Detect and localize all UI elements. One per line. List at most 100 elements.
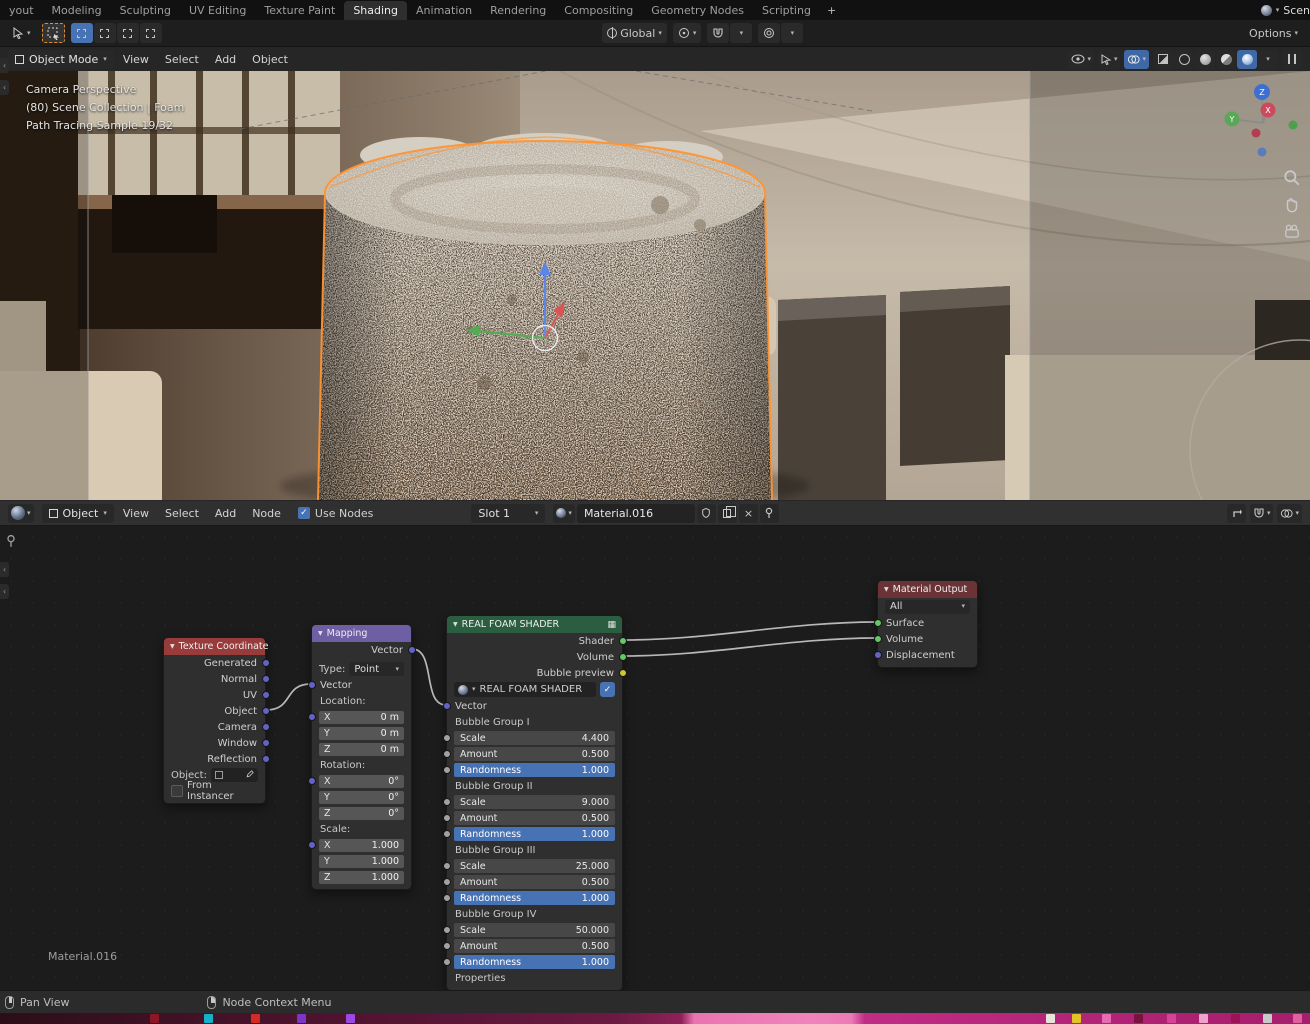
bg3-scale-slider[interactable]: Scale 25.000 [454,859,615,873]
gizmos-dropdown[interactable]: ▾ [1097,49,1121,69]
sidebar-collapse-tab[interactable]: ‹ [0,80,9,95]
select-mode-new-button[interactable] [70,23,93,43]
taskbar-icon[interactable] [251,1014,260,1023]
collapse-icon[interactable]: ▼ [318,630,323,637]
material-slot-dropdown[interactable]: Slot 1 ▾ [471,503,546,523]
toolbar-collapse-tab[interactable]: ‹ [0,58,9,73]
socket-vector-output[interactable] [261,723,270,731]
eyedropper-icon[interactable] [244,770,254,780]
socket-value-input[interactable] [442,750,451,758]
socket-value-input[interactable] [442,926,451,934]
taskbar-icon[interactable] [1102,1014,1111,1023]
proportional-falloff-dropdown[interactable]: ▾ [781,23,804,43]
socket-volume-output[interactable] [618,653,627,661]
pin-button[interactable] [759,503,779,523]
taskbar-icon[interactable] [1134,1014,1143,1023]
proportional-editing-toggle[interactable] [758,23,781,43]
bg3-amount-slider[interactable]: Amount 0.500 [454,875,615,889]
socket-vector-output[interactable] [261,755,270,763]
collapse-icon[interactable]: ▼ [453,621,458,628]
viewport-3d[interactable]: Object Mode ▾ View Select Add Object ▾ ▾… [0,47,1310,500]
collapse-icon[interactable]: ▼ [170,643,175,650]
socket-vector-output[interactable] [261,691,270,699]
shader-type-dropdown[interactable]: Object ▾ [41,503,114,523]
use-nodes-toggle[interactable]: ✓ Use Nodes [297,507,373,520]
use-nodes-checkbox[interactable]: ✓ [297,507,310,519]
fake-user-toggle[interactable]: ✓ [600,682,615,697]
menu-add[interactable]: Add [208,53,243,66]
location-z-field[interactable]: Z0 m [319,742,404,756]
shading-wireframe-button[interactable] [1174,49,1194,69]
shading-material-button[interactable] [1216,49,1236,69]
bg2-scale-slider[interactable]: Scale 9.000 [454,795,615,809]
snap-settings-dropdown[interactable]: ▾ [730,23,753,43]
bg1-amount-slider[interactable]: Amount 0.500 [454,747,615,761]
workspace-tab-scripting[interactable]: Scripting [753,1,820,20]
workspace-tab-texture-paint[interactable]: Texture Paint [255,1,344,20]
pan-hand-icon[interactable] [1283,196,1301,214]
pin-icon[interactable] [5,534,17,548]
taskbar-icon[interactable] [1199,1014,1208,1023]
workspace-tab-rendering[interactable]: Rendering [481,1,555,20]
shading-options-dropdown[interactable]: ▾ [1258,49,1278,69]
workspace-tab-compositing[interactable]: Compositing [555,1,642,20]
socket-color-output[interactable] [618,669,627,677]
workspace-tab-sculpting[interactable]: Sculpting [111,1,180,20]
transform-orientation-dropdown[interactable]: Global ▾ [602,23,667,43]
active-tool-dropdown[interactable]: ▾ [7,23,36,43]
navigation-axis-gizmo[interactable]: Z X Y [1224,83,1304,167]
bg1-randomness-slider[interactable]: Randomness 1.000 [454,763,615,777]
snap-toggle-button[interactable] [707,23,730,43]
socket-vector-input[interactable] [442,702,451,710]
camera-view-icon[interactable] [1283,223,1301,241]
node-material-output[interactable]: ▼ Material Output All ▾ Surface Volume D… [873,580,978,668]
socket-value-input[interactable] [442,798,451,806]
socket-value-input[interactable] [442,862,451,870]
workspace-tab-shading[interactable]: Shading [344,1,408,20]
overlays-dropdown[interactable]: ▾ [1124,49,1149,69]
workspace-tab-layout[interactable]: yout [0,1,43,20]
node-group-selector[interactable]: ▾ REAL FOAM SHADER [454,682,596,697]
socket-value-input[interactable] [442,878,451,886]
workspace-tab-uv-editing[interactable]: UV Editing [180,1,255,20]
show-hide-dropdown[interactable]: ▾ [1068,49,1094,69]
scene-selector[interactable]: ▾ Scen [1260,0,1310,20]
editor-type-dropdown[interactable]: ▾ [8,503,34,523]
node-header[interactable]: ▼ Texture Coordinate [164,638,269,655]
socket-value-input[interactable] [442,894,451,902]
material-name-field[interactable]: Material.016 [576,503,695,523]
socket-vector-input[interactable] [307,681,316,689]
taskbar-icon[interactable] [150,1014,159,1023]
taskbar-icon[interactable] [297,1014,306,1023]
workspace-tab-geometry-nodes[interactable]: Geometry Nodes [642,1,753,20]
scale-x-field[interactable]: X 1.000 [319,838,404,852]
taskbar-icon[interactable] [204,1014,213,1023]
node-header[interactable]: ▼ Material Output [878,581,977,598]
menu-add[interactable]: Add [208,507,243,520]
node-header[interactable]: ▼ REAL FOAM SHADER ▦ [447,616,622,633]
menu-view[interactable]: View [116,53,156,66]
taskbar-icon[interactable] [1231,1014,1240,1023]
bg1-scale-slider[interactable]: Scale 4.400 [454,731,615,745]
mode-selector[interactable]: Object Mode ▾ [8,49,114,69]
rotation-x-field[interactable]: X 0° [319,774,404,788]
socket-value-input[interactable] [442,814,451,822]
workspace-tab-animation[interactable]: Animation [407,1,481,20]
shading-solid-button[interactable] [1195,49,1215,69]
bg4-amount-slider[interactable]: Amount 0.500 [454,939,615,953]
menu-select[interactable]: Select [158,53,206,66]
socket-value-input[interactable] [442,942,451,950]
select-box-tool-button[interactable] [41,23,65,43]
mapping-type-dropdown[interactable]: Point ▾ [349,662,404,676]
bg3-randomness-slider[interactable]: Randomness 1.000 [454,891,615,905]
rotation-y-field[interactable]: Y 0° [319,790,404,804]
menu-object[interactable]: Object [245,53,295,66]
zoom-icon[interactable] [1283,169,1301,187]
parent-node-tree-button[interactable] [1226,503,1246,523]
location-x-field[interactable]: X0 m [319,710,404,724]
select-mode-subtract-button[interactable] [116,23,139,43]
bg4-randomness-slider[interactable]: Randomness 1.000 [454,955,615,969]
taskbar-icon[interactable] [1046,1014,1055,1023]
select-mode-extend-button[interactable] [93,23,116,43]
output-target-dropdown[interactable]: All ▾ [885,599,970,614]
